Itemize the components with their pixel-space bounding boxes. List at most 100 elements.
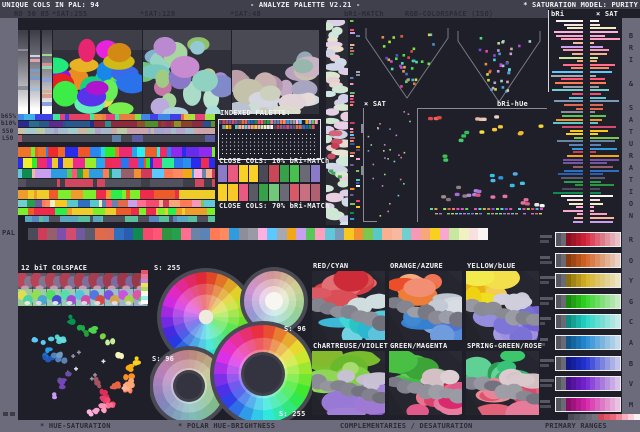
pal-swatch[interactable]: [152, 228, 163, 240]
pal-swatch[interactable]: [133, 228, 143, 240]
pal-swatch[interactable]: [372, 228, 383, 240]
close-col-swatch[interactable]: [238, 165, 248, 182]
close-col-swatch[interactable]: [269, 165, 279, 182]
primary-range-strip[interactable]: [555, 314, 621, 330]
gray-plus-mark: [89, 378, 94, 380]
pal-swatch[interactable]: [315, 228, 325, 240]
pal-swatch[interactable]: [219, 228, 230, 240]
pal-swatch[interactable]: [334, 228, 345, 240]
close-col-swatch[interactable]: [279, 165, 290, 182]
pal-swatch[interactable]: [95, 228, 105, 240]
rug-mark: [459, 213, 462, 215]
pal-swatch[interactable]: [468, 228, 479, 240]
strip-cell: [23, 114, 36, 120]
rug-mark: [540, 208, 543, 210]
pal-swatch[interactable]: [459, 228, 469, 240]
close-col-swatch[interactable]: [310, 184, 320, 201]
sat-128-label[interactable]: *SAT:128: [140, 10, 175, 18]
index-slot-dot: [262, 153, 263, 154]
close-col-swatch[interactable]: [269, 184, 279, 201]
index-slot-dot: [286, 134, 287, 135]
primary-range-strip[interactable]: [555, 293, 621, 309]
pal-swatch[interactable]: [190, 228, 201, 240]
close-col-swatch[interactable]: [218, 165, 228, 182]
primary-range-strip[interactable]: [555, 376, 621, 392]
close-col-swatch[interactable]: [290, 165, 300, 182]
pal-swatch[interactable]: [401, 228, 412, 240]
close-col-swatch[interactable]: [238, 184, 248, 201]
close-col-swatch[interactable]: [300, 165, 310, 182]
pal-swatch[interactable]: [363, 228, 373, 240]
sat-dot: [397, 194, 400, 197]
strip-cell: [208, 158, 216, 168]
pal-swatch[interactable]: [267, 228, 278, 240]
pal-swatch[interactable]: [123, 228, 134, 240]
pal-swatch[interactable]: [305, 228, 316, 240]
close-col-swatch[interactable]: [300, 184, 310, 201]
sat-48-label[interactable]: *SAT:48: [230, 10, 261, 18]
close-col-swatch[interactable]: [228, 165, 238, 182]
primary-range-strip[interactable]: [555, 232, 621, 247]
strip-cell: [130, 200, 138, 207]
pal-swatch[interactable]: [324, 228, 335, 240]
sidebar-glyph: [3, 412, 8, 416]
primary-range-strip[interactable]: [555, 273, 621, 289]
close-col-swatch[interactable]: [248, 184, 259, 201]
close-col-swatch[interactable]: [218, 184, 228, 201]
pal-strip[interactable]: [28, 228, 488, 240]
close-col-swatch[interactable]: [228, 184, 238, 201]
tile-blob: [125, 301, 132, 305]
colorspace-dot: [390, 67, 394, 71]
pal-swatch[interactable]: [47, 228, 57, 240]
sat-bar: [590, 63, 616, 66]
pal-swatch[interactable]: [200, 228, 210, 240]
pal-swatch[interactable]: [439, 228, 450, 240]
pal-swatch[interactable]: [209, 228, 220, 240]
pal-swatch[interactable]: [28, 228, 38, 240]
pal-swatch[interactable]: [248, 228, 258, 240]
pal-swatch[interactable]: [114, 228, 124, 240]
close-col-swatch[interactable]: [290, 184, 300, 201]
pal-swatch[interactable]: [104, 228, 115, 240]
sat-255-label[interactable]: *SAT:255: [52, 10, 87, 18]
bri-bar: [553, 30, 583, 33]
strip-cell: [52, 114, 61, 120]
primary-range-strip[interactable]: [555, 355, 621, 371]
index-slot-dot: [242, 145, 243, 147]
pal-swatch[interactable]: [344, 228, 354, 240]
close-col-swatch[interactable]: [279, 184, 290, 201]
pal-swatch[interactable]: [430, 228, 440, 240]
pal-swatch[interactable]: [162, 228, 172, 240]
pal-swatch[interactable]: [411, 228, 421, 240]
pal-swatch[interactable]: [286, 228, 297, 240]
pal-swatch[interactable]: [66, 228, 76, 240]
pal-swatch[interactable]: [85, 228, 96, 240]
pal-swatch[interactable]: [181, 228, 191, 240]
indexed-palette-grid[interactable]: [219, 120, 318, 157]
primary-range-strip[interactable]: [555, 252, 621, 268]
primary-range-strip[interactable]: [555, 335, 621, 350]
close-col-swatch[interactable]: [259, 165, 269, 182]
close-col-swatch[interactable]: [248, 165, 259, 182]
pal-swatch[interactable]: [37, 228, 48, 240]
pal-swatch[interactable]: [171, 228, 182, 240]
pal-swatch[interactable]: [449, 228, 460, 240]
pal-swatch[interactable]: [257, 228, 268, 240]
primary-range-strip[interactable]: [555, 396, 621, 412]
range-letter-V: V: [628, 380, 634, 389]
index-slot-dot: [238, 137, 239, 139]
pal-swatch[interactable]: [229, 228, 239, 240]
close-col-swatch[interactable]: [310, 165, 320, 182]
pal-swatch[interactable]: [478, 228, 488, 240]
pal-swatch[interactable]: [75, 228, 86, 240]
pal-swatch[interactable]: [296, 228, 306, 240]
pal-swatch[interactable]: [420, 228, 431, 240]
pal-swatch[interactable]: [382, 228, 392, 240]
pal-swatch[interactable]: [391, 228, 402, 240]
pal-swatch[interactable]: [142, 228, 153, 240]
pal-swatch[interactable]: [277, 228, 287, 240]
pal-swatch[interactable]: [353, 228, 364, 240]
pal-swatch[interactable]: [238, 228, 249, 240]
close-col-swatch[interactable]: [259, 184, 269, 201]
pal-swatch[interactable]: [56, 228, 67, 240]
